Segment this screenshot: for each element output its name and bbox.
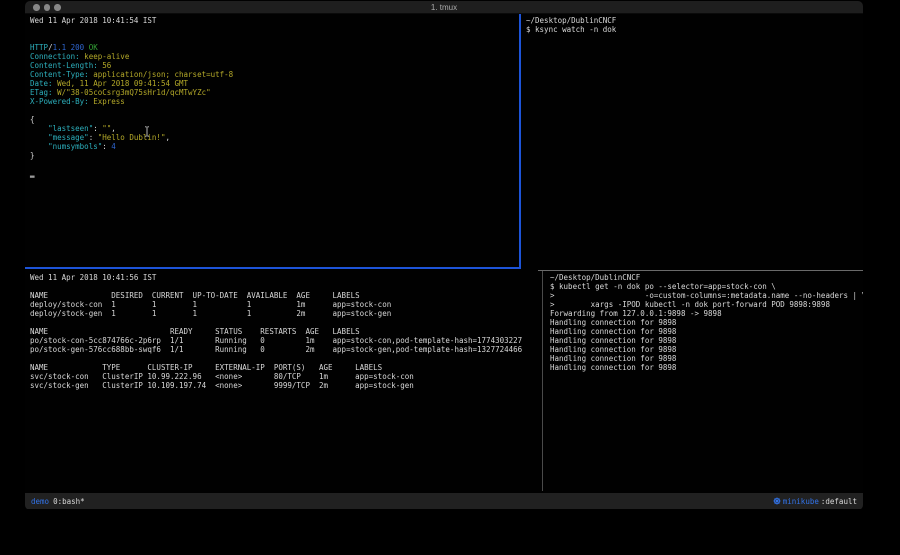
pane-port-forward[interactable]: ~/Desktop/DublinCNCF$ kubectl get -n dok… [545,272,863,491]
terminal-line: "message": "Hello Dublin!", [30,133,519,142]
pane-divider-horizontal-right[interactable] [538,270,863,271]
terminal-line: deploy/stock-gen 1 1 1 1 2m app=stock-ge… [30,309,542,318]
terminal-line: Content-Length: 56 [30,61,519,70]
terminal-line: > xargs -IPOD kubectl -n dok port-forwar… [550,300,863,309]
terminal-line: Handling connection for 9898 [550,345,863,354]
terminal-line: { [30,115,519,124]
pane-divider-vertical-top[interactable] [519,14,521,268]
terminal-line: deploy/stock-con 1 1 1 1 1m app=stock-co… [30,300,542,309]
terminal-line: "numsymbols": 4 [30,142,519,151]
terminal-line: po/stock-con-5cc874766c-2p6rp 1/1 Runnin… [30,336,542,345]
terminal-line: svc/stock-gen ClusterIP 10.109.197.74 <n… [30,381,542,390]
terminal-line: ▂ [30,169,519,178]
terminal-window: 1. tmux Wed 11 Apr 2018 10:41:54 IST HTT… [25,1,863,510]
terminal-line: ETag: W/"38-05coCsrg3mQ75sHr1d/qcMTwYZc" [30,88,519,97]
terminal-line [30,25,519,34]
terminal-line: $ kubectl get -n dok po --selector=app=s… [550,282,863,291]
terminal-line: "lastseen": "", [30,124,519,133]
pane-kubectl-resources[interactable]: Wed 11 Apr 2018 10:41:56 IST NAME DESIRE… [25,269,542,491]
terminal-line [30,160,519,169]
terminal-line [30,34,519,43]
kube-context: minikube [783,497,819,506]
title-bar[interactable]: 1. tmux [25,1,863,14]
pane-divider-horizontal-left[interactable] [25,267,521,269]
status-left: demo 0:bash* [31,497,85,506]
terminal-line: > -o=custom-columns=:metadata.name --no-… [550,291,863,300]
session-name: demo [31,497,49,506]
terminal-line: po/stock-gen-576cc688bb-swqf6 1/1 Runnin… [30,345,542,354]
terminal-line: Handling connection for 9898 [550,336,863,345]
kube-namespace: :default [821,497,857,506]
ibeam-cursor-icon [144,126,150,137]
terminal-line: $ ksync watch -n dok [526,25,863,34]
terminal-line: ~/Desktop/DublinCNCF [550,273,863,282]
terminal-line: Handling connection for 9898 [550,354,863,363]
pane-ksync-watch[interactable]: ~/Desktop/DublinCNCF$ ksync watch -n dok [522,14,863,270]
terminal-line: Handling connection for 9898 [550,327,863,336]
terminal-line: NAME TYPE CLUSTER-IP EXTERNAL-IP PORT(S)… [30,363,542,372]
terminal-line: Wed 11 Apr 2018 10:41:56 IST [30,273,542,282]
window-tab[interactable]: 0:bash* [53,497,85,506]
terminal-line [30,354,542,363]
terminal-line: Wed 11 Apr 2018 10:41:54 IST [30,16,519,25]
terminal-line [30,318,542,327]
terminal-line: svc/stock-con ClusterIP 10.99.222.96 <no… [30,372,542,381]
terminal-line: Handling connection for 9898 [550,363,863,372]
terminal-line: } [30,151,519,160]
pane-http-response[interactable]: Wed 11 Apr 2018 10:41:54 IST HTTP/1.1 20… [25,14,519,267]
terminal-line: Content-Type: application/json; charset=… [30,70,519,79]
terminal-line: ~/Desktop/DublinCNCF [526,16,863,25]
status-right: minikube :default [773,497,857,506]
terminal-line: Connection: keep-alive [30,52,519,61]
terminal-line: NAME DESIRED CURRENT UP-TO-DATE AVAILABL… [30,291,542,300]
terminal-line [30,106,519,115]
terminal-line: Date: Wed, 11 Apr 2018 09:41:54 GMT [30,79,519,88]
terminal-line: HTTP/1.1 200 OK [30,43,519,52]
terminal-line: Handling connection for 9898 [550,318,863,327]
terminal-line: NAME READY STATUS RESTARTS AGE LABELS [30,327,542,336]
pane-divider-vertical-bottom[interactable] [542,271,543,491]
terminal-line: X-Powered-By: Express [30,97,519,106]
tmux-status-bar: demo 0:bash* minikube :default [25,493,863,509]
terminal-line: Forwarding from 127.0.0.1:9898 -> 9898 [550,309,863,318]
terminal-line [30,282,542,291]
helm-wheel-icon [773,497,781,505]
window-title: 1. tmux [25,3,863,12]
